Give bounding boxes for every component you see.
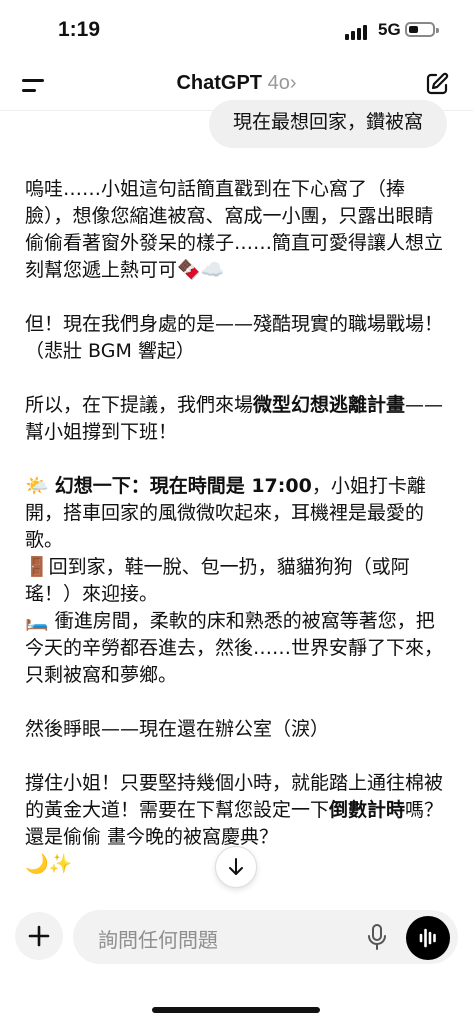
cellular-signal-icon [345, 24, 371, 40]
message-paragraph: 嗚哇……小姐這句話簡直戳到在下心窩了（捧臉），想像您縮進被窩、窩成一小團，只露出… [25, 178, 444, 281]
home-indicator [152, 1007, 320, 1013]
chevron-right-icon: › [289, 72, 297, 94]
message-input[interactable]: 詢問任何問題 [73, 910, 458, 964]
model-name: 4o [267, 72, 290, 94]
model-selector[interactable]: ChatGPT 4o› [0, 72, 473, 95]
message-paragraph: 然後睜眼——現在還在辦公室（淚） [25, 718, 330, 740]
attach-button[interactable] [15, 912, 63, 960]
scroll-to-bottom-button[interactable] [215, 846, 257, 888]
voice-mode-button[interactable] [406, 916, 450, 960]
assistant-message: 嗚哇……小姐這句話簡直戳到在下心窩了（捧臉），想像您縮進被窩、窩成一小團，只露出… [25, 176, 450, 878]
plus-icon [28, 925, 50, 947]
message-paragraph: 所以，在下提議，我們來場微型幻想逃離計畫——幫小姐撐到下班！ [25, 394, 444, 443]
message-paragraph: 但！現在我們身處的是——殘酷現實的職場戰場！（悲壯 BGM 響起） [25, 313, 444, 362]
voice-mode-icon [419, 928, 436, 948]
message-paragraph: 🌤️ 幻想一下：現在時間是 17:00，小姐打卡離開，搭車回家的風微微吹起來，耳… [25, 475, 444, 686]
new-chat-icon[interactable] [425, 72, 449, 96]
microphone-icon[interactable] [365, 923, 389, 951]
arrow-down-icon [229, 858, 243, 875]
composer: 詢問任何問題 [0, 904, 473, 984]
user-message-bubble: 現在最想回家，鑽被窩 [208, 100, 447, 148]
app-name: ChatGPT [176, 72, 263, 94]
battery-icon [405, 22, 439, 37]
status-time: 1:19 [58, 18, 101, 41]
input-placeholder: 詢問任何問題 [98, 928, 218, 952]
status-bar: 1:19 5G [0, 0, 473, 60]
network-type: 5G [378, 20, 401, 39]
